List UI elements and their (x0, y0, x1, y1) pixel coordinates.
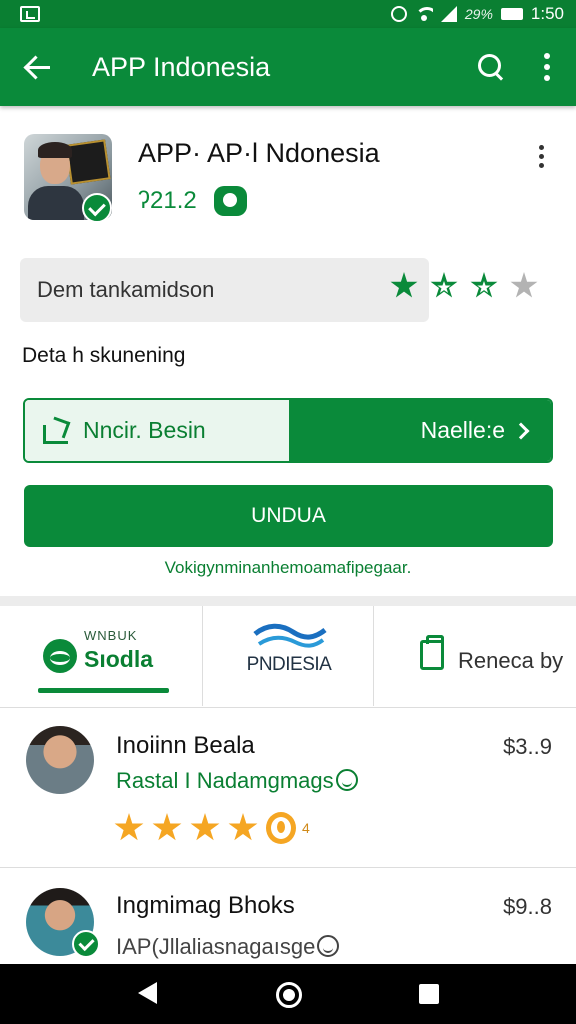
system-nav-bar (0, 964, 576, 1024)
tab-reviews-label: Reneca by (458, 648, 564, 673)
app-bar-title: APP Indonesia (92, 51, 271, 82)
star-icon (190, 813, 220, 841)
star-empty-icon[interactable] (510, 272, 538, 298)
tab-bar: WNBUK Sıodla PNDIESIA Reneca by (0, 606, 576, 708)
tab-studio[interactable]: WNBUK Sıodla (0, 606, 202, 706)
signal-icon (440, 6, 457, 22)
clipboard-icon (420, 635, 444, 670)
app-name: APP· AP·l Ndonesia (138, 138, 380, 168)
secondary-action-button[interactable]: Nncir. Besin (25, 400, 289, 461)
star-outline-icon[interactable] (470, 272, 498, 298)
tab-indonesia-label: PNDIESIA (246, 654, 332, 675)
smile-icon (317, 935, 340, 957)
battery-percent: 29% (464, 6, 493, 22)
list-item-title: Inoiinn Beala (116, 732, 255, 759)
star-icon (152, 813, 182, 841)
list-item-subtitle-text: IAP(Jllaliasnagaısge (116, 934, 316, 959)
list-item-price: $3..9 (503, 734, 552, 759)
helper-text: Vokigynminanhemoamafipegaar. (164, 558, 412, 577)
share-icon (41, 417, 71, 445)
app-version: ʔ21.2 (138, 187, 197, 214)
wifi-icon (414, 7, 433, 21)
waves-logo-icon (253, 623, 327, 648)
overflow-menu-icon[interactable] (544, 53, 550, 81)
list-item-subtitle-text: Rastal I Nadamgmags (116, 768, 334, 793)
star-icon (114, 813, 144, 841)
list-item[interactable]: Inoiinn Beala $3..9 Rastal I Nadamgmags … (0, 708, 576, 868)
list-item[interactable]: Ingmimag Bhoks $9..8 IAP(Jllaliasnagaısg… (0, 868, 576, 964)
rating-stars[interactable] (390, 272, 538, 300)
section-divider (0, 596, 576, 606)
tab-reviews[interactable]: Reneca by (374, 606, 576, 706)
avatar (26, 726, 94, 794)
list-item-price: $9..8 (503, 894, 552, 919)
app-more-options-icon[interactable] (539, 145, 545, 168)
rating-badge-icon (266, 812, 296, 844)
list-item-subtitle: IAP(Jllaliasnagaısge (116, 934, 340, 960)
alarm-icon (390, 6, 407, 22)
status-icons: 29% 1:50 (390, 4, 564, 24)
rating-label: Dem tankamidson (37, 277, 215, 302)
rating-count: 4 (302, 820, 310, 836)
app-screen: 29% 1:50 APP Indonesia APP· AP·l Ndonesi… (0, 0, 576, 1024)
split-action-button: Nncir. Besin Naelle:e (23, 398, 553, 463)
tab-indonesia[interactable]: PNDIESIA (202, 606, 374, 706)
app-bar: APP Indonesia (0, 28, 576, 106)
list-item-title: Ingmimag Bhoks (116, 892, 295, 919)
nav-back-icon[interactable] (138, 982, 157, 1004)
gallery-notification-icon (20, 6, 40, 22)
search-icon[interactable] (476, 52, 506, 82)
tab-studio-caption: WNBUK (84, 628, 138, 643)
verified-check-icon (72, 930, 100, 958)
version-badge-icon (214, 186, 247, 216)
star-icon (228, 813, 258, 841)
studio-logo-icon (43, 639, 77, 673)
next-button-label: Naelle:e (420, 417, 505, 443)
verified-check-icon (82, 193, 112, 223)
active-tab-indicator (38, 688, 169, 693)
rating-field[interactable]: Dem tankamidson (20, 258, 429, 322)
battery-icon (500, 8, 523, 20)
smile-icon (335, 769, 358, 791)
list-item-rating: 4 (114, 812, 310, 844)
clock: 1:50 (530, 4, 564, 23)
chevron-right-icon (512, 422, 530, 439)
next-button[interactable]: Naelle:e (289, 400, 551, 461)
details-section-title: Deta h skunening (22, 344, 186, 367)
status-bar: 29% 1:50 (0, 0, 576, 28)
star-outline-icon[interactable] (430, 272, 458, 298)
download-button[interactable]: UNDUA (24, 485, 553, 547)
tab-studio-label: Sıodla (84, 646, 154, 672)
star-filled-icon[interactable] (390, 272, 418, 298)
list-item-subtitle: Rastal I Nadamgmags (116, 768, 358, 794)
nav-home-icon[interactable] (276, 982, 302, 1008)
secondary-action-label: Nncir. Besin (83, 417, 206, 443)
back-arrow-icon[interactable] (22, 51, 54, 83)
nav-recents-icon[interactable] (419, 984, 439, 1004)
